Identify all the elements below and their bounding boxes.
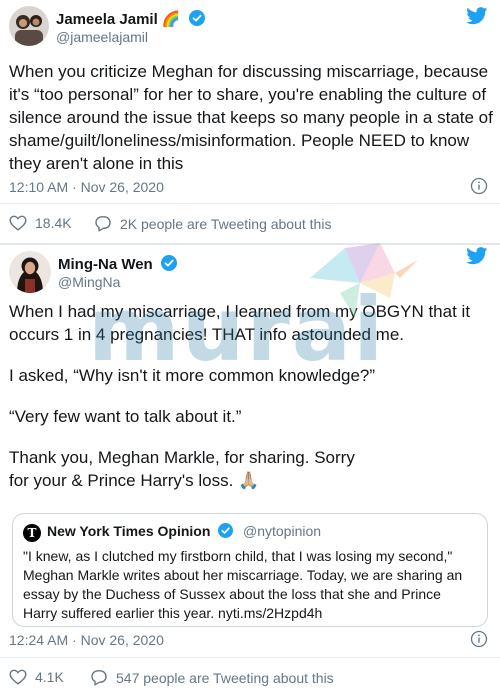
speech-bubble-icon: [91, 670, 107, 686]
avatar[interactable]: [9, 6, 49, 46]
tweet-paragraph: I asked, “Why isn't it more common knowl…: [9, 366, 376, 385]
twitter-bird-icon[interactable]: [466, 7, 488, 25]
info-icon[interactable]: [470, 630, 488, 648]
tweet-paragraph: Thank you, Meghan Markle, for sharing. S…: [9, 448, 355, 490]
tweet-mingna: Ming-Na Wen @MingNa When I had my miscar…: [0, 245, 500, 696]
author-name[interactable]: Ming-Na Wen: [58, 255, 177, 273]
heart-icon: [9, 669, 27, 685]
like-button[interactable]: 18.4K: [9, 215, 72, 231]
divider: [0, 657, 500, 658]
speech-bubble-icon: [95, 216, 111, 232]
heart-icon: [9, 215, 27, 231]
like-button[interactable]: 4.1K: [9, 669, 64, 685]
tweet-paragraph: “Very few want to talk about it.”: [9, 407, 242, 426]
info-icon[interactable]: [470, 177, 488, 195]
twitter-bird-icon[interactable]: [466, 247, 488, 265]
verified-badge-icon: [218, 523, 234, 538]
verified-badge-icon: [160, 255, 177, 271]
tweeting-about-link[interactable]: 547 people are Tweeting about this: [90, 669, 334, 686]
author-name-text: Jameela Jamil: [56, 11, 158, 28]
like-count: 4.1K: [35, 669, 64, 685]
author-handle[interactable]: @MingNa: [58, 274, 120, 290]
quoted-tweet-card[interactable]: T New York Times Opinion @nytopinion "I …: [12, 513, 488, 627]
quoted-author-handle: @nytopinion: [243, 523, 322, 539]
quoted-tweet-text: "I knew, as I clutched my firstborn chil…: [23, 548, 463, 621]
tweeting-about-link[interactable]: 2K people are Tweeting about this: [94, 215, 331, 232]
tweet-text: When I had my miscarriage, I learned fro…: [9, 300, 495, 510]
nyt-logo-icon: T: [23, 524, 41, 542]
tweet-timestamp[interactable]: 12:24 AM · Nov 26, 2020: [9, 632, 164, 648]
tweet-text: When you criticize Meghan for discussing…: [9, 62, 493, 173]
divider: [0, 203, 500, 204]
tweet-jameela: Jameela Jamil 🌈 @jameelajamil When you c…: [0, 0, 500, 245]
author-name-text: Ming-Na Wen: [58, 256, 153, 273]
quoted-author-name: New York Times Opinion: [47, 523, 234, 539]
quoted-author-name-text: New York Times Opinion: [47, 523, 211, 539]
author-name[interactable]: Jameela Jamil 🌈: [56, 10, 205, 28]
like-count: 18.4K: [35, 215, 72, 231]
author-handle[interactable]: @jameelajamil: [56, 29, 148, 45]
tweet-timestamp[interactable]: 12:10 AM · Nov 26, 2020: [9, 179, 164, 195]
verified-badge-icon: [188, 10, 205, 26]
avatar[interactable]: [9, 251, 51, 293]
rainbow-emoji: 🌈: [161, 11, 181, 28]
tweeting-about-text: 2K people are Tweeting about this: [120, 215, 332, 232]
tweeting-about-text: 547 people are Tweeting about this: [116, 669, 334, 686]
tweet-paragraph: When I had my miscarriage, I learned fro…: [9, 302, 471, 344]
